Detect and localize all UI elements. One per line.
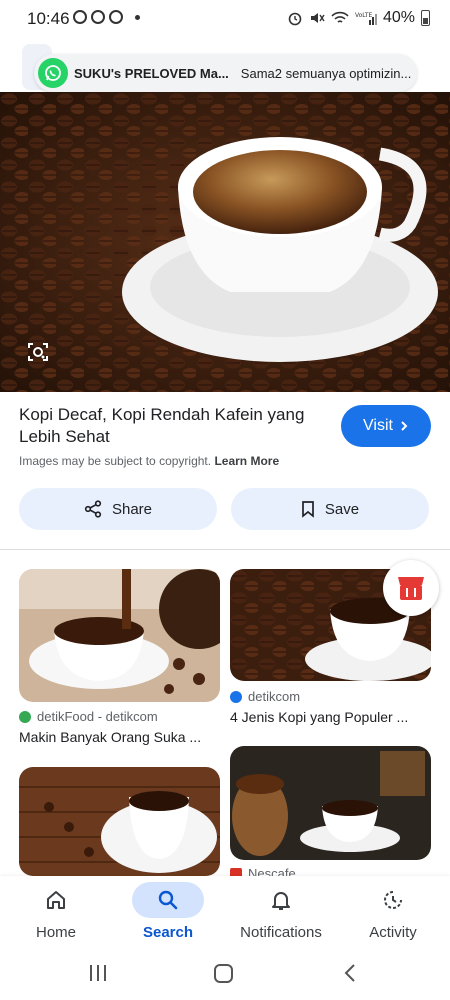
learn-more-link[interactable]: Learn More bbox=[214, 454, 279, 468]
copyright-notice: Images may be subject to copyright. Lear… bbox=[19, 454, 279, 468]
nav-search[interactable]: Search bbox=[112, 876, 224, 954]
status-right-icons: VoLTE 40% bbox=[287, 9, 430, 27]
notification-message: Sama2 semuanya optimizin... bbox=[240, 65, 412, 81]
back-icon[interactable] bbox=[344, 964, 355, 982]
store-badge[interactable] bbox=[383, 560, 439, 616]
related-image-3[interactable] bbox=[19, 767, 220, 876]
whatsapp-icon bbox=[38, 58, 68, 88]
store-icon bbox=[398, 577, 424, 600]
divider bbox=[0, 549, 450, 550]
nav-activity-label: Activity bbox=[369, 924, 417, 941]
recent-apps-icon[interactable] bbox=[90, 965, 106, 981]
bookmark-icon bbox=[302, 501, 314, 518]
visit-button-label: Visit bbox=[363, 417, 393, 434]
home-button-icon[interactable] bbox=[214, 964, 233, 983]
copyright-text: Images may be subject to copyright. bbox=[19, 454, 212, 468]
share-button-label: Share bbox=[111, 500, 153, 518]
related-source-2-label: detikcom bbox=[248, 689, 301, 704]
nav-home-label: Home bbox=[35, 924, 76, 941]
battery-percent: 40% bbox=[382, 9, 415, 26]
notification-popup[interactable]: SUKU's PRELOVED Ma... Sama2 semuanya opt… bbox=[34, 54, 417, 92]
related-source-1: detikFood - detikcom bbox=[19, 709, 158, 724]
nav-notifications-label: Notifications bbox=[240, 924, 322, 941]
related-image-1[interactable] bbox=[19, 569, 220, 702]
wifi-icon bbox=[331, 11, 349, 23]
share-button[interactable]: Share bbox=[19, 488, 217, 530]
svg-text:VoLTE: VoLTE bbox=[355, 12, 372, 19]
nav-notifications[interactable]: Notifications bbox=[225, 876, 337, 954]
related-image-4[interactable] bbox=[230, 746, 431, 860]
visit-button[interactable]: Visit bbox=[341, 405, 431, 447]
result-image[interactable] bbox=[0, 92, 450, 392]
nav-home[interactable]: Home bbox=[0, 876, 112, 954]
status-time: 10:46 bbox=[27, 9, 70, 28]
mute-icon bbox=[310, 13, 325, 23]
status-notification-icons bbox=[73, 10, 140, 24]
activity-icon bbox=[384, 891, 402, 909]
home-icon bbox=[47, 891, 65, 909]
system-navigation-bar bbox=[0, 954, 450, 1000]
nav-search-label: Search bbox=[142, 924, 194, 941]
status-bar: 10:46 VoLTE 40% bbox=[0, 0, 450, 38]
save-button-label: Save bbox=[324, 500, 360, 518]
lens-icon[interactable] bbox=[26, 340, 50, 364]
search-icon bbox=[158, 890, 178, 910]
bottom-navigation: Home Search Notifications Activity bbox=[0, 876, 450, 954]
nav-activity[interactable]: Activity bbox=[337, 876, 449, 954]
volte-signal-icon: VoLTE bbox=[355, 12, 377, 25]
save-button[interactable]: Save bbox=[231, 488, 429, 530]
related-source-2: detikcom bbox=[230, 689, 300, 704]
app-status-icon bbox=[91, 10, 105, 24]
related-source-1-label: detikFood - detikcom bbox=[37, 709, 158, 724]
chevron-right-icon bbox=[401, 421, 408, 431]
share-icon bbox=[84, 500, 102, 518]
more-notifications-dot-icon bbox=[135, 14, 140, 20]
notification-title: SUKU's PRELOVED Ma... bbox=[74, 65, 229, 81]
battery-icon bbox=[421, 10, 430, 26]
bell-icon bbox=[272, 892, 290, 910]
alarm-icon bbox=[288, 12, 302, 26]
related-title-1[interactable]: Makin Banyak Orang Suka ... bbox=[19, 729, 201, 745]
result-title[interactable]: Kopi Decaf, Kopi Rendah Kafein yang Lebi… bbox=[19, 404, 319, 448]
detikcom-icon bbox=[230, 690, 242, 703]
app-status-icon-2 bbox=[109, 10, 123, 24]
whatsapp-status-icon bbox=[73, 10, 87, 24]
related-title-2[interactable]: 4 Jenis Kopi yang Populer ... bbox=[230, 709, 408, 725]
detikfood-icon bbox=[19, 710, 31, 723]
